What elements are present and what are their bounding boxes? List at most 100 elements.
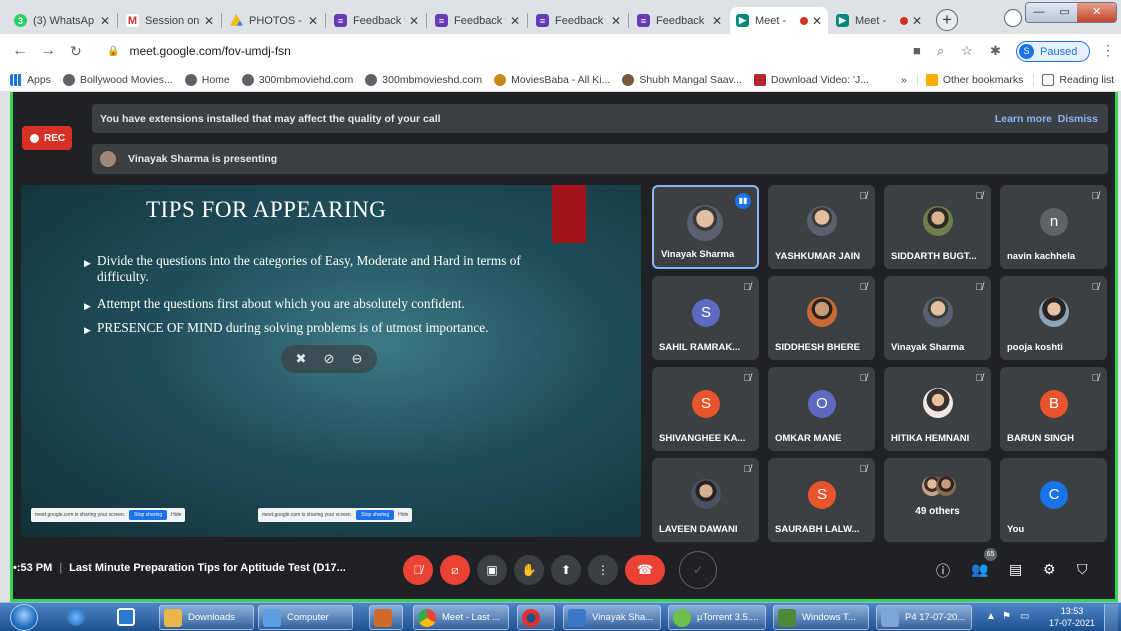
participant-tile[interactable]: 🎙̸ O OMKAR MANE (768, 367, 875, 451)
bookmark-item[interactable]: 300mbmovieshd.com (365, 73, 482, 86)
bookmark-item[interactable]: Bollywood Movies... (62, 73, 173, 86)
close-tab-icon[interactable]: ✕ (100, 14, 110, 28)
tab-feedback-4[interactable]: ≡ Feedback F✕ (631, 7, 728, 34)
address-bar[interactable]: 🔒 meet.google.com/fov-umdj-fsn (97, 38, 932, 64)
close-tab-icon[interactable]: ✕ (611, 14, 621, 28)
close-tab-icon[interactable]: ✕ (812, 14, 822, 28)
close-tab-icon[interactable]: ✕ (712, 14, 722, 28)
bookmark-apps[interactable]: Apps (10, 73, 51, 86)
tab-feedback-2[interactable]: ≡ Feedback fo✕ (429, 7, 526, 34)
taskbar-item[interactable]: P4 17-07-20... (876, 605, 972, 630)
camera-toggle-button[interactable]: ⧄ (440, 555, 470, 585)
minimize-button[interactable]: — (1026, 3, 1052, 22)
participant-tile[interactable]: 🎙̸ YASHKUMAR JAIN (768, 185, 875, 269)
back-icon[interactable]: ← (12, 42, 28, 60)
new-tab-button[interactable]: + (936, 9, 958, 31)
others-tile[interactable]: 49 others (884, 458, 991, 542)
participant-tile[interactable]: 🎙̸ S SHIVANGHEE KA... (652, 367, 759, 451)
bookmark-item[interactable]: MoviesBaba - All Ki... (494, 73, 610, 86)
tab-meet-2[interactable]: ▶ Meet - ✕ (830, 7, 928, 34)
participant-tile[interactable]: 🎙̸ LAVEEN DAWANI (652, 458, 759, 542)
dismiss-button[interactable]: Dismiss (1058, 113, 1098, 125)
bookmark-item[interactable]: Shubh Mangal Saav... (622, 73, 742, 86)
leave-call-button[interactable]: ☎ (625, 555, 665, 585)
tab-meet-active[interactable]: ▶ Meet - ✕ (730, 7, 828, 34)
participant-tile[interactable]: ▮▮ Vinayak Sharma (652, 185, 759, 269)
tab-feedback-3[interactable]: ≡ Feedback F✕ (530, 7, 627, 34)
show-desktop-button[interactable] (1104, 604, 1118, 631)
participant-tile[interactable]: 🎙̸ HITIKA HEMNANI (884, 367, 991, 451)
start-button[interactable] (10, 604, 38, 631)
close-tab-icon[interactable]: ✕ (510, 14, 520, 28)
chat-icon[interactable]: ▤ (1009, 561, 1022, 578)
menu-kebab-icon[interactable]: ⋮ (1101, 42, 1115, 59)
hide-notice-button[interactable]: Hide (398, 512, 408, 518)
taskbar-item[interactable]: Windows T... (773, 605, 869, 630)
participant-tile[interactable]: 🎙̸ Vinayak Sharma (884, 276, 991, 360)
stop-sharing-button[interactable]: Stop sharing (356, 510, 395, 520)
maximize-button[interactable]: ▭ (1051, 3, 1078, 22)
tab-search-icon[interactable] (1004, 9, 1022, 27)
bookmark-item[interactable]: Home (184, 73, 230, 86)
tray-expand-icon[interactable]: ▲ (986, 611, 996, 622)
taskbar-item[interactable]: µTorrent 3.5.... (668, 605, 766, 630)
pin-icon[interactable]: ✖ (296, 351, 307, 367)
participant-tile[interactable]: 🎙̸ S SAURABH LALW... (768, 458, 875, 542)
zoom-icon[interactable]: ⌕ (937, 43, 944, 59)
taskbar-item[interactable]: Downloads (159, 605, 254, 630)
extensions-puzzle-icon[interactable]: ✱ (990, 43, 1001, 59)
bookmark-item[interactable]: Download Video: 'J... (753, 73, 869, 86)
participant-tile[interactable]: 🎙̸ SIDDHESH BHERE (768, 276, 875, 360)
close-window-button[interactable]: ✕ (1077, 3, 1116, 22)
activity-button[interactable]: ✓ (679, 551, 717, 589)
more-bookmarks-button[interactable]: » (901, 74, 907, 86)
host-controls-icon[interactable]: ⛉ (1077, 561, 1088, 578)
bookmark-star-icon[interactable]: ☆ (961, 43, 973, 59)
tab-gmail[interactable]: M Session on ✕ (120, 7, 220, 34)
profile-button[interactable]: S Paused (1016, 41, 1090, 62)
taskbar-item[interactable] (369, 605, 403, 630)
raise-hand-button[interactable]: ✋ (514, 555, 544, 585)
taskbar-item[interactable]: Computer (258, 605, 353, 630)
minimize-presentation-icon[interactable]: ⊖ (352, 351, 363, 367)
taskbar-item[interactable]: Vinayak Sha... (563, 605, 661, 630)
present-now-button[interactable]: ⬆ (551, 555, 581, 585)
meeting-info-icon[interactable]: ⓘ (936, 561, 950, 581)
system-clock[interactable]: 13:53 17-07-2021 (1046, 605, 1098, 629)
taskbar-item[interactable]: Meet - Last ... (413, 605, 509, 630)
bookmark-item[interactable]: 300mbmoviehd.com (241, 73, 353, 86)
tab-whatsapp[interactable]: 3 (3) WhatsAp ✕ (8, 7, 116, 34)
media-player-icon[interactable] (117, 608, 135, 626)
captions-button[interactable]: ▣ (477, 555, 507, 585)
close-tab-icon[interactable]: ✕ (308, 14, 318, 28)
taskbar-item[interactable] (517, 605, 555, 630)
participant-tile[interactable]: 🎙̸ S SAHIL RAMRAK... (652, 276, 759, 360)
hide-presentation-icon[interactable]: ⊘ (324, 351, 335, 367)
recording-indicator[interactable]: REC (22, 126, 72, 150)
other-bookmarks[interactable]: Other bookmarks (916, 73, 1023, 86)
reload-icon[interactable]: ↻ (70, 43, 82, 60)
participant-tile[interactable]: 🎙̸ B BARUN SINGH (1000, 367, 1107, 451)
close-tab-icon[interactable]: ✕ (912, 14, 922, 28)
more-options-button[interactable]: ⋮ (588, 555, 618, 585)
network-icon[interactable]: ▭ (1020, 611, 1029, 622)
close-tab-icon[interactable]: ✕ (409, 14, 419, 28)
reading-list[interactable]: Reading list (1033, 73, 1114, 86)
flag-icon[interactable]: ⚑ (1002, 611, 1011, 622)
people-icon[interactable]: 👥 (971, 561, 988, 578)
activities-icon[interactable]: ⚙ (1043, 561, 1056, 578)
tab-drive-photos[interactable]: PHOTOS - ✕ (224, 7, 324, 34)
participant-tile[interactable]: 🎙̸ n navin kachhela (1000, 185, 1107, 269)
learn-more-link[interactable]: Learn more (995, 113, 1052, 125)
hide-notice-button[interactable]: Hide (171, 512, 181, 518)
microphone-toggle-button[interactable]: 🎙̸ (403, 555, 433, 585)
participant-tile[interactable]: 🎙̸ SIDDARTH BUGT... (884, 185, 991, 269)
close-tab-icon[interactable]: ✕ (204, 14, 214, 28)
camera-indicator-icon[interactable]: ■ (913, 43, 921, 58)
participant-tile[interactable]: 🎙̸ pooja koshti (1000, 276, 1107, 360)
stop-sharing-button[interactable]: Stop sharing (129, 510, 168, 520)
internet-explorer-icon[interactable] (67, 608, 85, 626)
tab-feedback-1[interactable]: ≡ Feedback fo✕ (328, 7, 425, 34)
self-tile[interactable]: C You (1000, 458, 1107, 542)
forward-icon[interactable]: → (40, 42, 56, 60)
